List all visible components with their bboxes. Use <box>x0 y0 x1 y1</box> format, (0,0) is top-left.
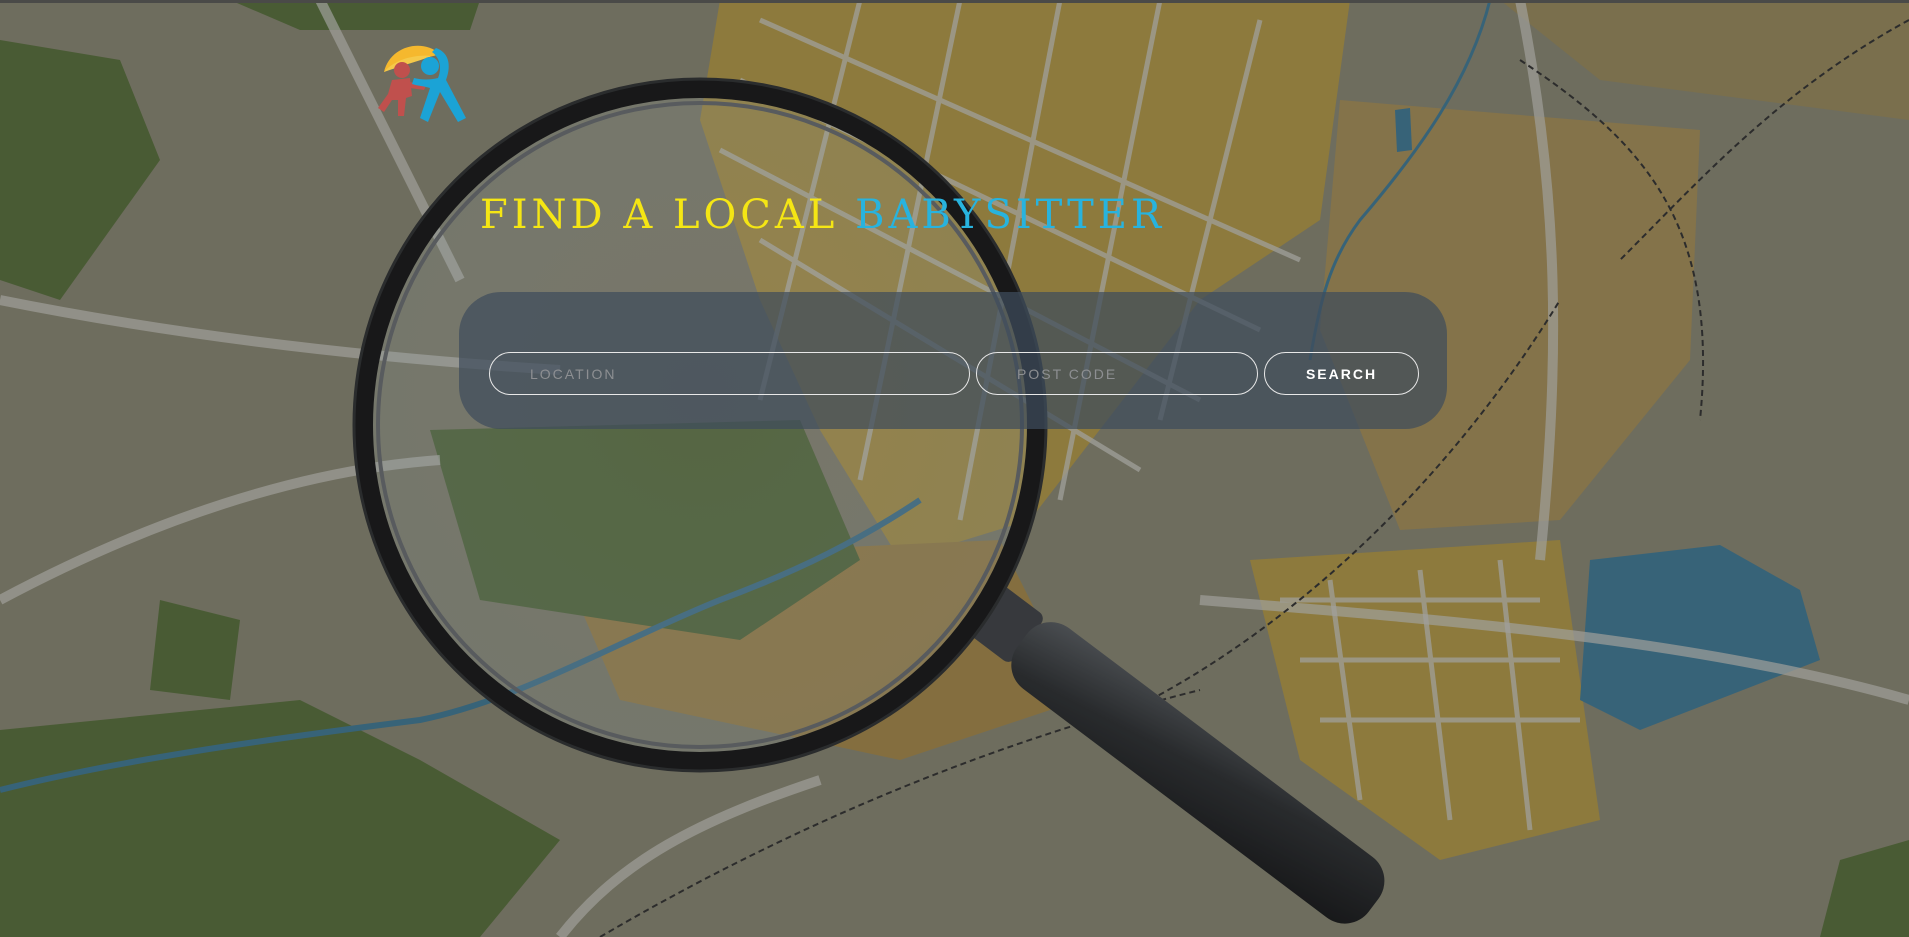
location-input[interactable] <box>489 352 970 395</box>
headline-part-find-a-local: FIND A LOCAL <box>480 192 839 238</box>
search-button[interactable]: SEARCH <box>1264 352 1419 395</box>
dark-overlay <box>0 0 1909 937</box>
top-border <box>0 0 1909 3</box>
babysitter-logo-icon[interactable] <box>370 40 476 130</box>
postcode-input[interactable] <box>976 352 1258 395</box>
page: FIND A LOCAL BABYSITTER SEARCH <box>0 0 1909 937</box>
search-panel: SEARCH <box>459 292 1447 429</box>
page-headline: FIND A LOCAL BABYSITTER <box>480 192 1165 238</box>
headline-part-babysitter: BABYSITTER <box>855 192 1166 238</box>
